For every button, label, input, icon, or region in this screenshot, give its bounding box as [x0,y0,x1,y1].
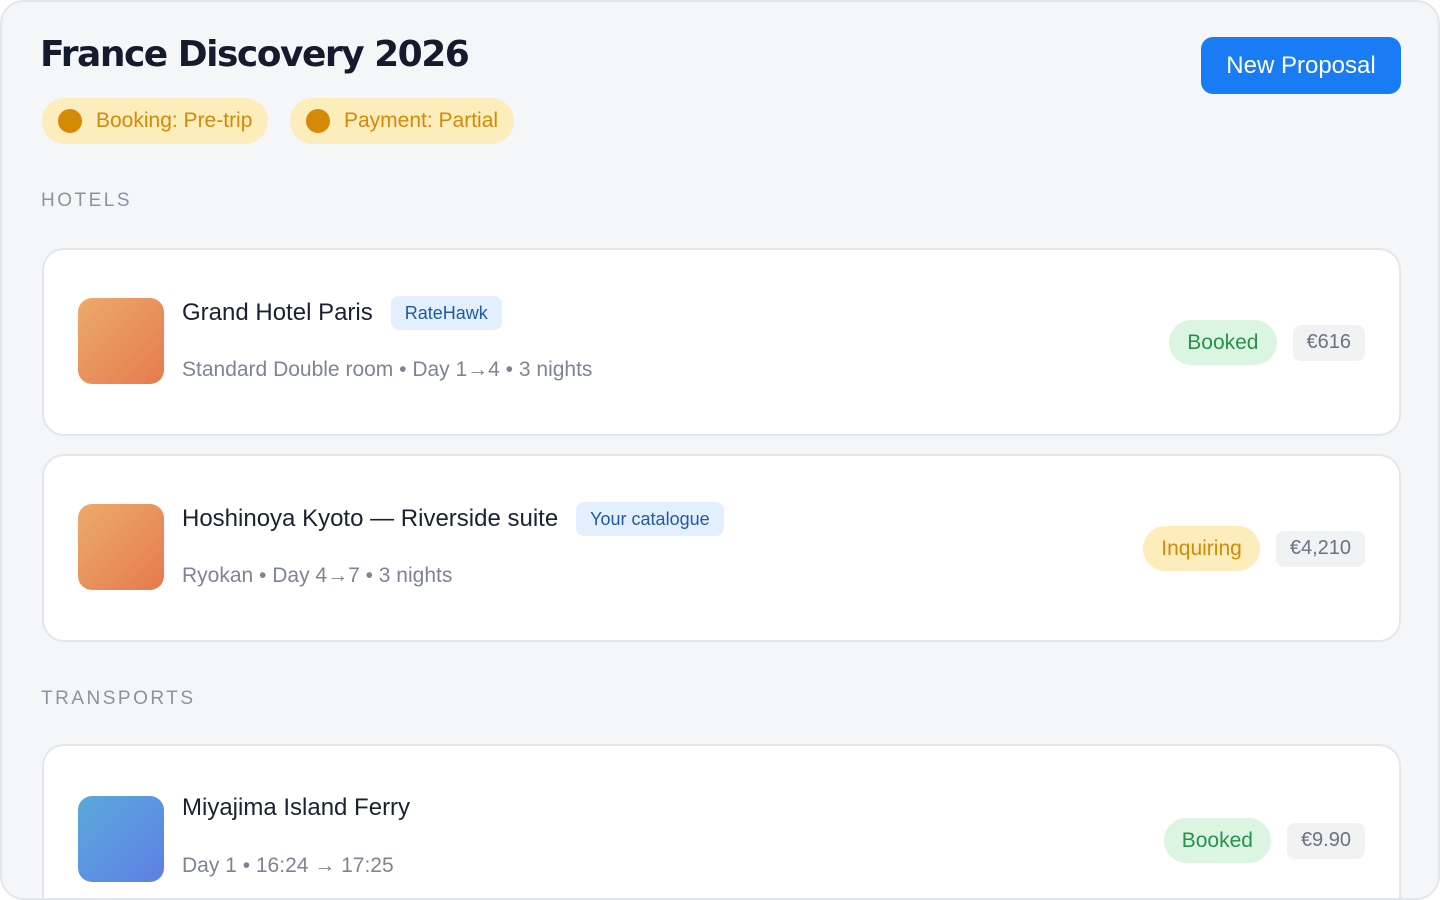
payment-status-pill: Payment: Partial [290,98,515,144]
price-tag: €4,210 [1275,530,1365,567]
hotel-details: Ryokan • Day 4→7 • 3 nights [182,564,453,587]
transports-section-label: TRANSPORTS [41,688,196,709]
booking-status-pill: Booking: Pre-trip [42,98,269,144]
transport-thumbnail-icon [78,796,164,882]
booking-status-badge: Inquiring [1143,526,1260,571]
price-tag: €9.90 [1286,822,1365,859]
source-tag: RateHawk [390,296,502,330]
hotel-details: Standard Double room • Day 1→4 • 3 night… [182,358,593,381]
payment-status-label: Payment: Partial [344,109,499,132]
trip-detail-panel: France Discovery 2026 New Proposal Booki… [0,0,1440,900]
booking-status-label: Booking: Pre-trip [96,109,253,132]
booking-status-badge: Booked [1163,818,1271,863]
new-proposal-button[interactable]: New Proposal [1201,37,1401,94]
hotel-thumbnail-icon [78,298,164,384]
hotel-name: Hoshinoya Kyoto — Riverside suite [182,505,559,532]
transport-name: Miyajima Island Ferry [182,794,411,821]
status-dot-icon [58,109,82,133]
hotel-name: Grand Hotel Paris [182,299,373,326]
page-title: France Discovery 2026 [40,34,470,75]
hotel-card[interactable]: Hoshinoya Kyoto — Riverside suite Your c… [42,454,1401,642]
hotel-thumbnail-icon [78,504,164,590]
price-tag: €616 [1292,324,1365,361]
transport-details: Day 1 • 16:24 → 17:25 [182,854,394,877]
booking-status-badge: Booked [1169,320,1277,365]
hotel-card[interactable]: Grand Hotel Paris RateHawk Standard Doub… [42,248,1401,436]
source-tag: Your catalogue [576,502,724,536]
status-dot-icon [306,109,330,133]
hotels-section-label: HOTELS [41,190,133,211]
transport-card[interactable]: Miyajima Island Ferry Day 1 • 16:24 → 17… [42,744,1401,898]
